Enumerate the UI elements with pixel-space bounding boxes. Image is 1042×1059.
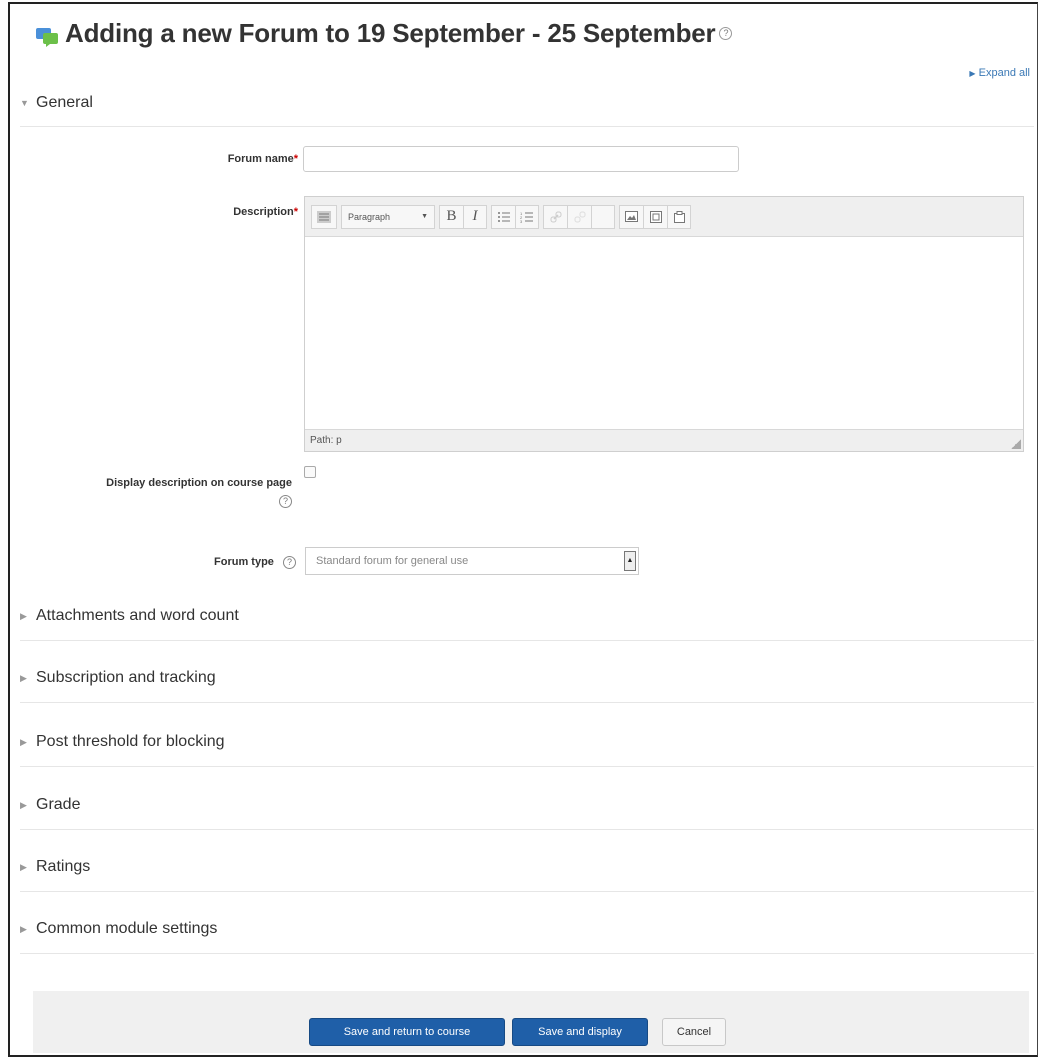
section-general-label: General (36, 94, 93, 111)
divider (20, 640, 1034, 641)
editor-content-area[interactable] (305, 237, 1023, 427)
link-icon[interactable] (543, 204, 567, 229)
divider (20, 126, 1034, 127)
anchor-icon[interactable] (591, 204, 615, 229)
editor-toolbar: Paragraph ▼ B I 123 (305, 197, 1023, 237)
expand-arrow-icon: ▶ (20, 861, 27, 872)
section-header[interactable]: ▶ Ratings (20, 858, 90, 876)
ordered-list-icon[interactable]: 123 (515, 204, 539, 229)
expand-arrow-icon: ▶ (20, 736, 27, 747)
svg-text:3: 3 (520, 219, 523, 223)
save-display-button[interactable]: Save and display (512, 1018, 648, 1046)
editor-status-bar: Path: p (305, 429, 1023, 451)
italic-icon[interactable]: I (463, 204, 487, 229)
section-general[interactable]: ▼ General (20, 94, 93, 112)
forum-name-label: Forum name* (227, 153, 298, 165)
section-header[interactable]: ▶ Attachments and word count (20, 607, 239, 625)
section-label: Attachments and word count (36, 607, 239, 624)
collapse-arrow-icon: ▼ (20, 98, 29, 108)
unlink-icon[interactable] (567, 204, 591, 229)
help-icon[interactable]: ? (279, 495, 292, 508)
toolbar-toggle-icon[interactable] (311, 204, 337, 229)
divider (20, 891, 1034, 892)
section-label: Common module settings (36, 920, 218, 937)
media-icon[interactable] (643, 204, 667, 229)
expand-arrow-icon: ▶ (20, 799, 27, 810)
manage-files-icon[interactable] (667, 204, 691, 229)
page-title: Adding a new Forum to 19 September - 25 … (35, 18, 733, 49)
unordered-list-icon[interactable] (491, 204, 515, 229)
divider (20, 702, 1034, 703)
expand-arrow-icon: ▶ (20, 923, 27, 934)
section-header[interactable]: ▶ Subscription and tracking (20, 669, 216, 687)
divider (20, 953, 1034, 954)
resize-handle-icon[interactable] (1011, 439, 1021, 449)
description-editor[interactable]: Paragraph ▼ B I 123 Path: p (304, 196, 1024, 452)
expand-all-link[interactable]: ▶ Expand all (969, 67, 1030, 79)
forum-icon (35, 23, 59, 47)
forum-type-label: Forum type ? (150, 556, 296, 569)
help-icon[interactable]: ? (719, 27, 733, 40)
forum-type-select[interactable]: Standard forum for general use ▲ (305, 547, 639, 575)
section-header[interactable]: ▶ Common module settings (20, 920, 217, 938)
section-label: Ratings (36, 858, 91, 875)
expand-arrow-icon: ▶ (969, 69, 976, 78)
save-return-button[interactable]: Save and return to course (309, 1018, 505, 1046)
format-select[interactable]: Paragraph ▼ (341, 204, 435, 229)
image-icon[interactable] (619, 204, 643, 229)
page-title-text: Adding a new Forum to 19 September - 25 … (65, 18, 716, 48)
required-marker: * (293, 206, 298, 218)
section-header[interactable]: ▶ Grade (20, 796, 80, 814)
help-icon[interactable]: ? (283, 556, 296, 569)
forum-name-input[interactable] (303, 146, 739, 172)
description-label: Description* (233, 206, 298, 218)
divider (20, 829, 1034, 830)
display-description-checkbox[interactable] (304, 466, 316, 478)
expand-arrow-icon: ▶ (20, 672, 27, 683)
dropdown-arrow-icon: ▲ (624, 551, 636, 571)
section-label: Subscription and tracking (36, 669, 216, 686)
divider (20, 766, 1034, 767)
section-label: Post threshold for blocking (36, 733, 225, 750)
bold-icon[interactable]: B (439, 204, 463, 229)
chevron-down-icon: ▼ (421, 213, 428, 220)
required-marker: * (293, 153, 298, 165)
editor-path: Path: p (310, 435, 342, 446)
expand-arrow-icon: ▶ (20, 610, 27, 621)
display-description-label: Display description on course page ? (106, 477, 292, 508)
section-header[interactable]: ▶ Post threshold for blocking (20, 733, 225, 751)
section-label: Grade (36, 796, 81, 813)
cancel-button[interactable]: Cancel (662, 1018, 726, 1046)
